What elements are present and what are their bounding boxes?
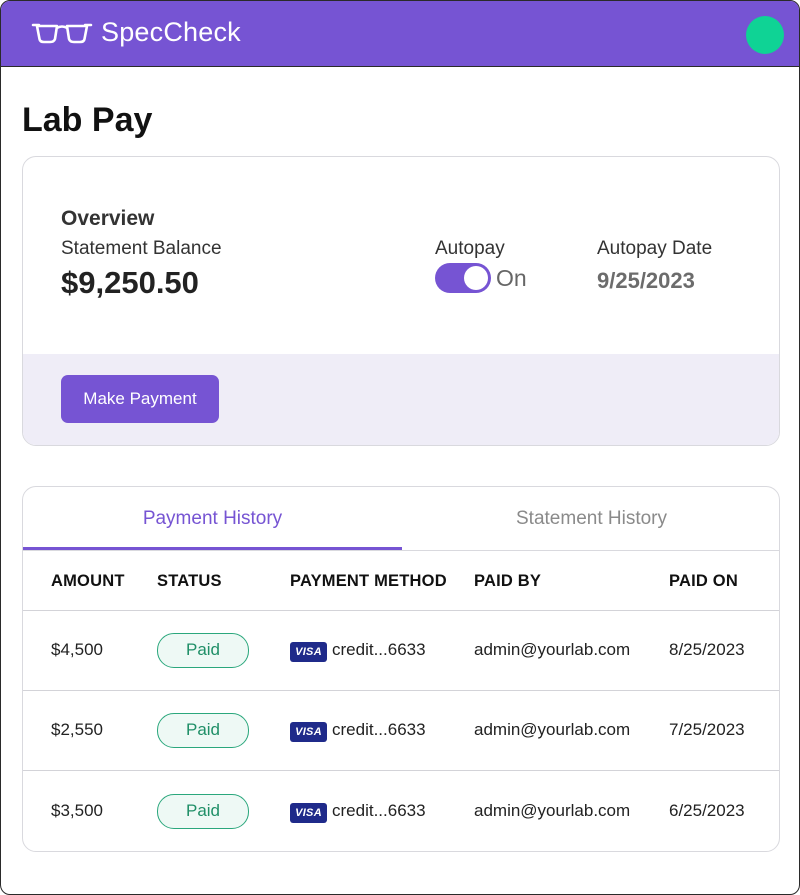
column-header-paid-by: PAID BY — [474, 572, 542, 590]
status-badge: Paid — [157, 633, 249, 668]
autopay-date-value: 9/25/2023 — [597, 268, 695, 293]
history-card: Payment History Statement History AMOUNT… — [22, 486, 780, 852]
payment-method-cell: credit...6633 — [332, 640, 426, 659]
paid-on-cell: 6/25/2023 — [669, 801, 745, 820]
autopay-date-label: Autopay Date — [597, 238, 713, 259]
amount-cell: $4,500 — [51, 640, 103, 659]
paid-by-cell: admin@yourlab.com — [474, 640, 631, 659]
visa-card-icon: VISA — [290, 722, 327, 742]
user-avatar[interactable] — [746, 16, 784, 54]
tab-statement-history[interactable]: Statement History — [402, 487, 779, 550]
status-badge: Paid — [157, 713, 249, 748]
column-header-paid-on: PAID ON — [669, 572, 738, 590]
payment-method-cell: credit...6633 — [332, 720, 426, 739]
app-window: SpecCheck Lab Pay Overview Statement Bal… — [0, 0, 800, 895]
column-header-amount: AMOUNT — [51, 572, 125, 590]
overview-card: Overview Statement Balance $9,250.50 Aut… — [22, 156, 780, 446]
table-row: $3,500 Paid VISA credit...6633 admin@you… — [23, 772, 779, 851]
tab-payment-history[interactable]: Payment History — [23, 487, 402, 550]
amount-cell: $2,550 — [51, 720, 103, 739]
balance-value: $9,250.50 — [61, 265, 199, 300]
table-row: $4,500 Paid VISA credit...6633 admin@you… — [23, 611, 779, 691]
glasses-icon — [31, 23, 93, 44]
balance-label: Statement Balance — [61, 238, 222, 259]
visa-card-icon: VISA — [290, 803, 327, 823]
paid-on-cell: 8/25/2023 — [669, 640, 745, 659]
visa-card-icon: VISA — [290, 642, 327, 662]
overview-title: Overview — [61, 207, 155, 230]
app-name: SpecCheck — [101, 17, 241, 47]
status-badge: Paid — [157, 794, 249, 829]
autopay-state: On — [496, 265, 527, 291]
paid-by-cell: admin@yourlab.com — [474, 801, 631, 820]
payment-method-cell: credit...6633 — [332, 801, 426, 820]
tab-divider — [23, 550, 779, 551]
autopay-label: Autopay — [435, 238, 505, 259]
overview-footer: Make Payment — [23, 354, 779, 445]
paid-on-cell: 7/25/2023 — [669, 720, 745, 739]
amount-cell: $3,500 — [51, 801, 103, 820]
paid-by-cell: admin@yourlab.com — [474, 720, 631, 739]
top-bar: SpecCheck — [1, 1, 799, 67]
autopay-toggle[interactable] — [435, 263, 491, 293]
column-header-payment-method: PAYMENT METHOD — [290, 572, 447, 590]
table-row: $2,550 Paid VISA credit...6633 admin@you… — [23, 691, 779, 771]
toggle-knob — [464, 266, 488, 290]
column-header-status: STATUS — [157, 572, 222, 590]
row-divider — [23, 770, 779, 771]
make-payment-button[interactable]: Make Payment — [61, 375, 219, 423]
page-title: Lab Pay — [22, 101, 153, 139]
